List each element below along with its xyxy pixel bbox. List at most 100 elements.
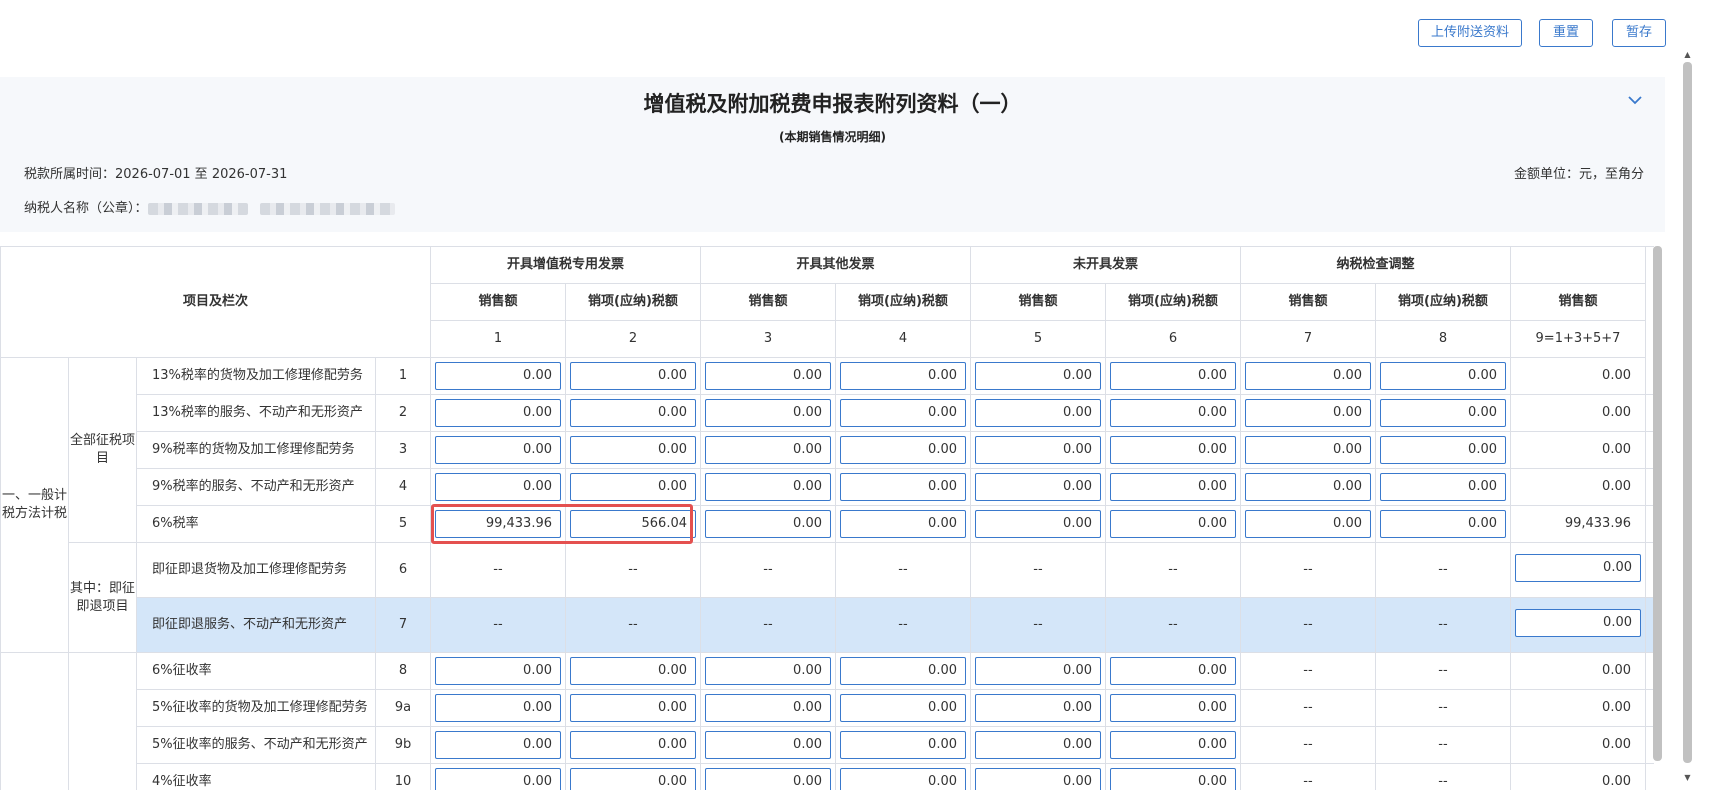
redacted-name bbox=[147, 202, 248, 215]
save-draft-button[interactable]: 暂存 bbox=[1612, 19, 1666, 47]
amount-input[interactable]: 0.00 bbox=[975, 510, 1101, 538]
amount-input[interactable]: 0.00 bbox=[1110, 731, 1236, 759]
amount-input[interactable]: 0.00 bbox=[975, 473, 1101, 501]
amount-input[interactable]: 0.00 bbox=[570, 768, 696, 790]
total-cell: 0.00 bbox=[1511, 690, 1646, 727]
data-cell: -- bbox=[1376, 543, 1511, 598]
column-group-header: 纳税检查调整 bbox=[1241, 247, 1511, 284]
amount-input[interactable]: 0.00 bbox=[1245, 362, 1371, 390]
amount-input[interactable]: 0.00 bbox=[705, 768, 831, 790]
data-cell: -- bbox=[1376, 727, 1511, 764]
amount-input[interactable]: 0.00 bbox=[840, 768, 966, 790]
amount-input[interactable]: 0.00 bbox=[975, 731, 1101, 759]
amount-input[interactable]: 0.00 bbox=[435, 768, 561, 790]
amount-input[interactable]: 0.00 bbox=[705, 731, 831, 759]
amount-input[interactable]: 0.00 bbox=[570, 436, 696, 464]
sales-detail-table: 项目及栏次 开具增值税专用发票 开具其他发票 未开具发票 纳税检查调整 销售额 1 销项(应纳… bbox=[0, 246, 1654, 790]
amount-input[interactable]: 0.00 bbox=[1110, 473, 1236, 501]
row-label: 9%税率的货物及加工修理修配劳务 bbox=[137, 432, 376, 469]
column-header: 销项(应纳)税额 bbox=[836, 284, 971, 321]
amount-input[interactable]: 0.00 bbox=[1380, 436, 1506, 464]
amount-input[interactable]: 0.00 bbox=[975, 694, 1101, 722]
amount-input[interactable]: 0.00 bbox=[975, 436, 1101, 464]
scroll-up-icon[interactable]: ▲ bbox=[1683, 50, 1692, 59]
amount-input[interactable]: 0.00 bbox=[1110, 694, 1236, 722]
data-cell: -- bbox=[701, 598, 836, 653]
amount-input[interactable]: 0.00 bbox=[435, 362, 561, 390]
group-label: 全部征税项目 bbox=[69, 358, 137, 543]
amount-input[interactable]: 0.00 bbox=[1110, 399, 1236, 427]
reset-button[interactable]: 重置 bbox=[1539, 19, 1593, 47]
total-cell: 0.00 bbox=[1511, 432, 1646, 469]
amount-input[interactable]: 0.00 bbox=[840, 436, 966, 464]
row-label: 即征即退货物及加工修理修配劳务 bbox=[137, 543, 376, 598]
amount-input[interactable]: 0.00 bbox=[435, 473, 561, 501]
amount-input[interactable]: 0.00 bbox=[840, 362, 966, 390]
group-label: 其中：即征即退项目 bbox=[69, 543, 137, 653]
upload-attachments-button[interactable]: 上传附送资料 bbox=[1418, 19, 1522, 47]
amount-input[interactable]: 0.00 bbox=[1245, 399, 1371, 427]
amount-input[interactable]: 0.00 bbox=[1245, 436, 1371, 464]
column-header: 销售额 bbox=[1241, 284, 1376, 321]
data-cell: -- bbox=[566, 598, 701, 653]
amount-input[interactable]: 0.00 bbox=[705, 473, 831, 501]
row-number: 7 bbox=[376, 598, 431, 653]
data-cell: -- bbox=[836, 543, 971, 598]
amount-input[interactable]: 0.00 bbox=[840, 510, 966, 538]
amount-input[interactable]: 0.00 bbox=[840, 399, 966, 427]
amount-input[interactable]: 0.00 bbox=[705, 657, 831, 685]
amount-input[interactable]: 0.00 bbox=[975, 768, 1101, 790]
chevron-down-icon[interactable] bbox=[1627, 92, 1643, 108]
amount-input[interactable]: 0.00 bbox=[840, 657, 966, 685]
amount-input[interactable]: 0.00 bbox=[705, 399, 831, 427]
amount-input[interactable]: 0.00 bbox=[570, 694, 696, 722]
amount-input[interactable]: 0.00 bbox=[1515, 554, 1641, 582]
amount-input[interactable]: 0.00 bbox=[1245, 510, 1371, 538]
amount-input[interactable]: 0.00 bbox=[1110, 768, 1236, 790]
amount-input[interactable]: 0.00 bbox=[435, 694, 561, 722]
column-number: 6 bbox=[1106, 321, 1241, 358]
amount-input[interactable]: 0.00 bbox=[1110, 436, 1236, 464]
amount-input[interactable]: 0.00 bbox=[705, 362, 831, 390]
amount-input[interactable]: 0.00 bbox=[570, 362, 696, 390]
amount-input[interactable]: 0.00 bbox=[570, 731, 696, 759]
section-label: 一、一般计税方法计税 bbox=[1, 358, 69, 653]
amount-input[interactable]: 0.00 bbox=[840, 731, 966, 759]
amount-input[interactable]: 0.00 bbox=[705, 510, 831, 538]
amount-input[interactable]: 0.00 bbox=[435, 436, 561, 464]
amount-input[interactable]: 0.00 bbox=[840, 473, 966, 501]
amount-input[interactable]: 0.00 bbox=[435, 657, 561, 685]
amount-input[interactable]: 0.00 bbox=[1110, 362, 1236, 390]
amount-input[interactable]: 0.00 bbox=[1110, 657, 1236, 685]
amount-input[interactable]: 0.00 bbox=[705, 436, 831, 464]
amount-input[interactable]: 0.00 bbox=[975, 657, 1101, 685]
amount-input[interactable]: 0.00 bbox=[435, 399, 561, 427]
column-header: 销项(应纳)税额 bbox=[1376, 284, 1511, 321]
column-header: 销项(应纳)税额 bbox=[566, 284, 701, 321]
scroll-down-icon[interactable]: ▼ bbox=[1683, 773, 1692, 782]
amount-input[interactable]: 0.00 bbox=[840, 694, 966, 722]
column-number: 2 bbox=[566, 321, 701, 358]
amount-input[interactable]: 0.00 bbox=[570, 399, 696, 427]
amount-input[interactable]: 0.00 bbox=[570, 657, 696, 685]
amount-input[interactable]: 0.00 bbox=[1110, 510, 1236, 538]
amount-input[interactable]: 0.00 bbox=[1380, 362, 1506, 390]
row-number: 8 bbox=[376, 653, 431, 690]
amount-input[interactable]: 0.00 bbox=[975, 362, 1101, 390]
tax-period: 税款所属时间：2026-07-01 至 2026-07-31 bbox=[24, 167, 288, 182]
row-label: 9%税率的服务、不动产和无形资产 bbox=[137, 469, 376, 506]
table-scrollbar[interactable] bbox=[1653, 246, 1662, 761]
amount-input[interactable]: 0.00 bbox=[1380, 399, 1506, 427]
row-number: 3 bbox=[376, 432, 431, 469]
amount-input[interactable]: 0.00 bbox=[1380, 510, 1506, 538]
amount-input[interactable]: 0.00 bbox=[1245, 473, 1371, 501]
page-scrollbar[interactable] bbox=[1683, 62, 1692, 763]
data-cell: -- bbox=[566, 543, 701, 598]
amount-input[interactable]: 0.00 bbox=[435, 731, 561, 759]
amount-input[interactable]: 0.00 bbox=[1380, 473, 1506, 501]
amount-input[interactable]: 0.00 bbox=[1515, 609, 1641, 637]
amount-input[interactable]: 0.00 bbox=[705, 694, 831, 722]
column-header: 销项(应纳)税额 bbox=[1106, 284, 1241, 321]
amount-input[interactable]: 0.00 bbox=[570, 473, 696, 501]
amount-input[interactable]: 0.00 bbox=[975, 399, 1101, 427]
